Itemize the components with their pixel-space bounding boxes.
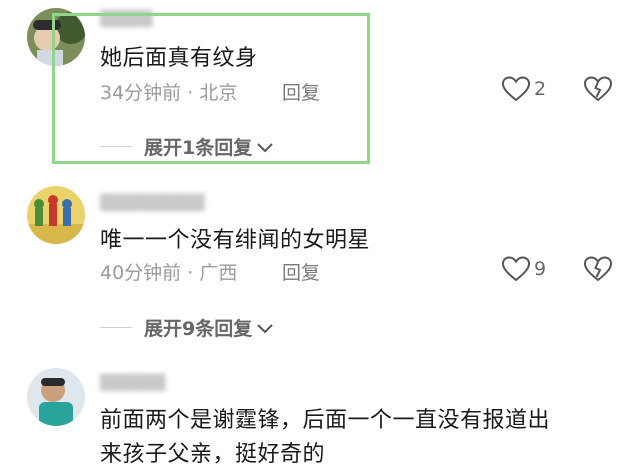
expand-label: 展开9条回复: [144, 318, 253, 340]
meta-separator: ·: [181, 262, 200, 284]
expand-replies-button[interactable]: 展开9条回复: [100, 314, 274, 341]
comment-item: ▇▇▇▇▇▇▇▇ 唯一一个没有绯闻的女明星 40分钟前 · 广西 回复 9 展开…: [0, 180, 640, 350]
avatar[interactable]: [27, 368, 85, 426]
comment-item: ▇▇▇▇▇ 前面两个是谢霆锋，后面一个一直没有报道出 来孩子父亲，挺好奇的: [0, 360, 640, 467]
dislike-button[interactable]: [583, 76, 613, 106]
heart-icon: [502, 256, 530, 282]
highlight-box: [52, 13, 370, 164]
username[interactable]: ▇▇▇▇▇▇▇▇: [100, 192, 205, 212]
like-button[interactable]: 9: [502, 256, 546, 282]
comment-text: 唯一一个没有绯闻的女明星: [100, 228, 371, 253]
like-count: 9: [534, 258, 547, 280]
like-button[interactable]: 2: [502, 76, 546, 102]
chevron-down-icon: [257, 323, 273, 333]
like-count: 2: [534, 78, 547, 100]
comment-text-line1: 前面两个是谢霆锋，后面一个一直没有报道出: [100, 408, 551, 433]
comment-text-line2: 来孩子父亲，挺好奇的: [100, 442, 326, 467]
broken-heart-icon: [583, 256, 613, 282]
broken-heart-icon: [583, 76, 613, 102]
username[interactable]: ▇▇▇▇▇: [100, 372, 165, 392]
reply-button[interactable]: 回复: [282, 258, 320, 285]
divider-line: [100, 327, 132, 328]
comment-location: 广西: [199, 262, 238, 284]
dislike-button[interactable]: [583, 256, 613, 286]
comment-meta: 40分钟前 · 广西: [100, 258, 237, 285]
avatar[interactable]: [27, 186, 85, 244]
comment-time: 40分钟前: [100, 262, 182, 284]
heart-icon: [502, 76, 530, 102]
